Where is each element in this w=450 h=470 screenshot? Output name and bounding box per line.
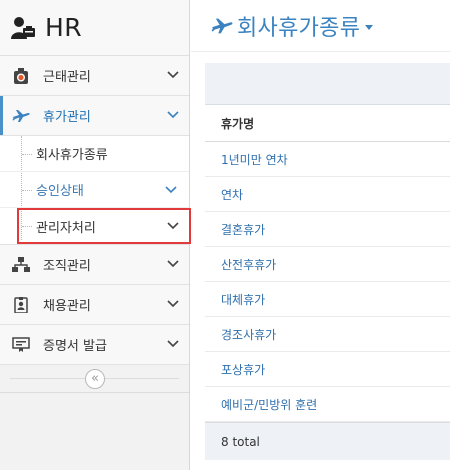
leave-type-link[interactable]: 예비군/민방위 훈련 — [221, 396, 317, 413]
table-row: 포상휴가 — [205, 352, 450, 387]
sidebar-collapse-button[interactable]: « — [85, 369, 105, 389]
leave-type-link[interactable]: 포상휴가 — [221, 361, 265, 378]
leave-type-link[interactable]: 대체휴가 — [221, 291, 265, 308]
chevron-down-icon — [167, 300, 179, 308]
leave-types-table: 휴가명 1년미만 연차 연차 결혼휴가 산전후휴가 대체휴가 경조사휴가 포상휴… — [205, 63, 450, 460]
sidebar-item-label: 채용관리 — [43, 299, 91, 314]
table-row: 산전후휴가 — [205, 247, 450, 282]
brand[interactable]: HR — [0, 0, 189, 56]
sidebar-item-certificate[interactable]: 증명서 발급 — [0, 325, 189, 365]
table-row: 대체휴가 — [205, 282, 450, 317]
page-header: 회사휴가종류 — [191, 0, 450, 52]
sidebar-item-label: 휴가관리 — [43, 110, 91, 125]
sidebar-item-organization[interactable]: 조직관리 — [0, 245, 189, 285]
table-row: 경조사휴가 — [205, 317, 450, 352]
caret-down-icon[interactable] — [365, 25, 374, 30]
submenu-item-company-leave-types[interactable]: 회사휴가종류 — [0, 136, 189, 172]
submenu-item-approval-status[interactable]: 승인상태 — [0, 172, 189, 208]
brand-title: HR — [45, 13, 83, 42]
leave-type-link[interactable]: 산전후휴가 — [221, 256, 276, 273]
sidebar-nav: 근태관리 휴가관리 회사휴가종류 승인상태 관리자처리 조직관리 채용관리 증명… — [0, 56, 191, 365]
chevron-down-icon — [165, 186, 177, 194]
submenu-item-label: 관리자처리 — [36, 220, 96, 236]
sidebar-item-label: 증명서 발급 — [43, 339, 107, 354]
table-row: 1년미만 연차 — [205, 142, 450, 177]
table-toolbar — [205, 63, 450, 105]
table-row: 결혼휴가 — [205, 212, 450, 247]
table-footer-total: 8 total — [205, 422, 450, 460]
certificate-icon — [12, 337, 30, 352]
submenu-item-label: 회사휴가종류 — [36, 148, 108, 163]
sidebar-item-leave[interactable]: 휴가관리 — [0, 96, 189, 136]
table-row: 연차 — [205, 177, 450, 212]
page-title[interactable]: 회사휴가종류 — [237, 10, 360, 42]
plane-icon — [12, 110, 30, 122]
chevron-down-icon — [167, 111, 179, 119]
sidebar-item-label: 근태관리 — [43, 70, 91, 85]
sidebar: HR 근태관리 휴가관리 회사휴가종류 승인상태 관리자처리 조직관리 채용관리… — [0, 0, 191, 470]
plane-icon — [211, 18, 233, 33]
sidebar-item-attendance[interactable]: 근태관리 — [0, 56, 189, 96]
leave-type-link[interactable]: 연차 — [221, 186, 243, 203]
sidebar-item-label: 조직관리 — [43, 259, 91, 274]
submenu-item-admin-processing[interactable]: 관리자처리 — [17, 208, 191, 244]
table-header[interactable]: 휴가명 — [205, 105, 450, 142]
clock-icon — [14, 68, 28, 84]
leave-type-link[interactable]: 경조사휴가 — [221, 326, 276, 343]
sidebar-collapse-bar: « — [0, 365, 189, 393]
leave-type-link[interactable]: 1년미만 연차 — [221, 151, 288, 168]
submenu-item-label: 승인상태 — [36, 184, 84, 199]
chevron-down-icon — [167, 222, 179, 230]
leave-submenu: 회사휴가종류 승인상태 관리자처리 — [0, 136, 191, 245]
sidebar-item-recruitment[interactable]: 채용관리 — [0, 285, 189, 325]
main-content: 회사휴가종류 휴가명 1년미만 연차 연차 결혼휴가 산전후휴가 대체휴가 경조… — [191, 0, 450, 470]
id-badge-icon — [14, 297, 28, 313]
org-chart-icon — [12, 257, 30, 272]
leave-type-link[interactable]: 결혼휴가 — [221, 221, 265, 238]
chevron-down-icon — [167, 340, 179, 348]
chevron-down-icon — [167, 71, 179, 79]
user-admin-icon — [11, 16, 35, 39]
chevron-down-icon — [167, 260, 179, 268]
table-row: 예비군/민방위 훈련 — [205, 387, 450, 422]
